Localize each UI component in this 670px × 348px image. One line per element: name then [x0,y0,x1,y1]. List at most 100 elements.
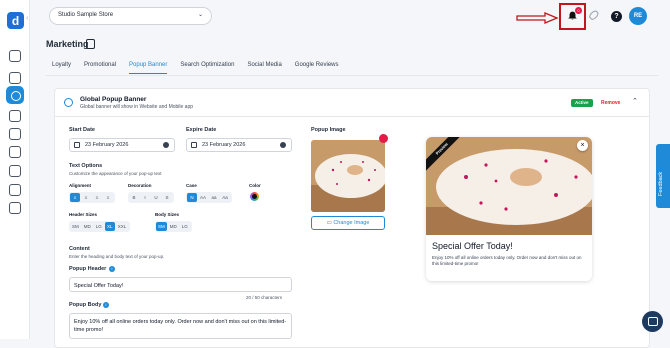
chevron-up-icon[interactable]: ⌃ [632,97,638,105]
italic-button[interactable]: I [140,193,150,202]
header-sizes-group: SM MD LG XL XXL [69,221,131,232]
settings-nav-icon[interactable] [9,202,21,214]
tabs-divider [46,75,658,76]
bookmark-nav-icon[interactable] [9,50,21,62]
case-label: Case [186,183,197,188]
store-name: Studio Sample Store [58,12,114,18]
tab-bar: Loyalty Promotional Popup Banner Search … [52,62,351,74]
customers-nav-icon[interactable] [9,146,21,158]
content-sub: Enter the heading and body text of your … [69,254,165,259]
media-nav-icon[interactable] [9,165,21,177]
bold-button[interactable]: B [129,193,139,202]
tab-google-reviews[interactable]: Google Reviews [295,62,339,74]
page-title: Marketing [46,39,89,49]
expire-date-value: 23 February 2026 [202,142,246,148]
integrations-nav-icon[interactable] [9,184,21,196]
status-badge: Active [571,99,593,107]
calendar-icon [191,142,197,148]
header-size-lg[interactable]: LG [94,222,104,231]
card-title: Global Popup Banner [80,96,147,103]
case-lower-button[interactable]: aa [209,193,219,202]
change-image-button[interactable]: ▭ Change Image [311,216,385,230]
case-group: N AA aa Aa [186,192,233,203]
align-center-icon[interactable]: ≡ [81,193,91,202]
body-size-md[interactable]: MD [168,222,179,231]
topbar: Studio Sample Store ⌄ 0 ? RE [30,0,670,34]
color-label: Color [249,183,261,188]
body-size-sm[interactable]: SM [156,222,167,231]
reports-nav-icon[interactable] [9,110,21,122]
header-size-xl[interactable]: XL [104,222,115,231]
color-picker[interactable] [250,192,259,201]
rocket-icon[interactable] [587,10,599,22]
change-image-label: Change Image [333,220,370,226]
case-upper-button[interactable]: AA [198,193,208,202]
marketing-nav-icon[interactable] [6,86,24,104]
header-size-md[interactable]: MD [82,222,93,231]
remove-image-icon[interactable] [379,134,388,143]
start-date-input[interactable]: 23 February 2026 [69,138,175,152]
notification-highlight-box: 0 [559,3,586,30]
store-selector[interactable]: Studio Sample Store ⌄ [49,7,212,25]
clear-icon[interactable] [280,142,286,148]
tab-loyalty[interactable]: Loyalty [52,62,71,74]
preview-donut-image [426,137,592,235]
text-options-label: Text Options [69,163,103,169]
align-left-icon[interactable]: ≡ [70,193,80,202]
orders-nav-icon[interactable] [9,72,21,84]
body-size-lg[interactable]: LG [180,222,190,231]
card-header[interactable]: Global Popup Banner Global banner will s… [55,89,649,117]
header-sizes-label: Header Sizes [69,212,98,217]
popup-image-label: Popup Image [311,127,346,133]
tab-search-optimization[interactable]: Search Optimization [180,62,234,74]
remove-button[interactable]: Remove [601,100,620,106]
clear-icon[interactable] [163,142,169,148]
app-logo[interactable]: d [7,12,24,29]
calendar-icon [74,142,80,148]
red-arrow-annotation-icon [516,12,559,24]
case-title-button[interactable]: Aa [220,193,230,202]
preview-header: Special Offer Today! [432,241,513,251]
strikethrough-button[interactable]: S [162,193,172,202]
content-label: Content [69,246,90,252]
header-size-xxl[interactable]: XXL [116,222,129,231]
align-right-icon[interactable]: ≡ [92,193,102,202]
alignment-group: ≡ ≡ ≡ ≡ [69,192,115,203]
decoration-label: Decoration [128,183,152,188]
tab-popup-banner[interactable]: Popup Banner [129,62,168,74]
chevron-down-icon: ⌄ [197,12,203,18]
bookmark-icon[interactable] [86,39,95,49]
tab-social-media[interactable]: Social Media [247,62,281,74]
popup-preview: Preview × Special Offer Today! Enjoy 10%… [426,137,592,281]
popup-header-label: Popup Header [69,266,107,272]
products-nav-icon[interactable] [9,128,21,140]
card-subtitle: Global banner will show in Website and M… [80,104,194,110]
expire-date-label: Expire Date [186,127,217,133]
body-sizes-label: Body Sizes [155,212,180,217]
chat-icon[interactable] [642,311,663,332]
globe-icon [64,98,73,107]
popup-body-textarea[interactable]: Enjoy 10% off all online orders today on… [69,313,292,339]
header-size-sm[interactable]: SM [70,222,81,231]
notification-badge: 0 [575,7,582,14]
feedback-label: Feedback [658,171,664,196]
tab-promotional[interactable]: Promotional [84,62,116,74]
align-justify-icon[interactable]: ≡ [103,193,113,202]
popup-header-input[interactable]: Special Offer Today! [69,277,292,292]
sidebar: d ‹ [0,0,30,339]
help-icon[interactable]: ? [611,11,622,22]
case-normal-button[interactable]: N [187,193,197,202]
underline-button[interactable]: U [151,193,161,202]
text-options-sub: Customize the appearance of your pop-up … [69,171,162,176]
close-icon[interactable]: × [577,140,588,151]
feedback-tab[interactable]: Feedback [656,144,670,208]
expire-date-input[interactable]: 23 February 2026 [186,138,292,152]
start-date-value: 23 February 2026 [85,142,129,148]
popup-body-label: Popup Body [69,302,102,308]
donut-image [311,140,385,212]
user-avatar[interactable]: RE [629,7,647,25]
preview-body: Enjoy 10% off all online orders today on… [432,255,582,266]
body-sizes-group: SM MD LG [155,221,192,232]
info-icon[interactable]: i [103,302,109,308]
info-icon[interactable]: i [109,266,115,272]
